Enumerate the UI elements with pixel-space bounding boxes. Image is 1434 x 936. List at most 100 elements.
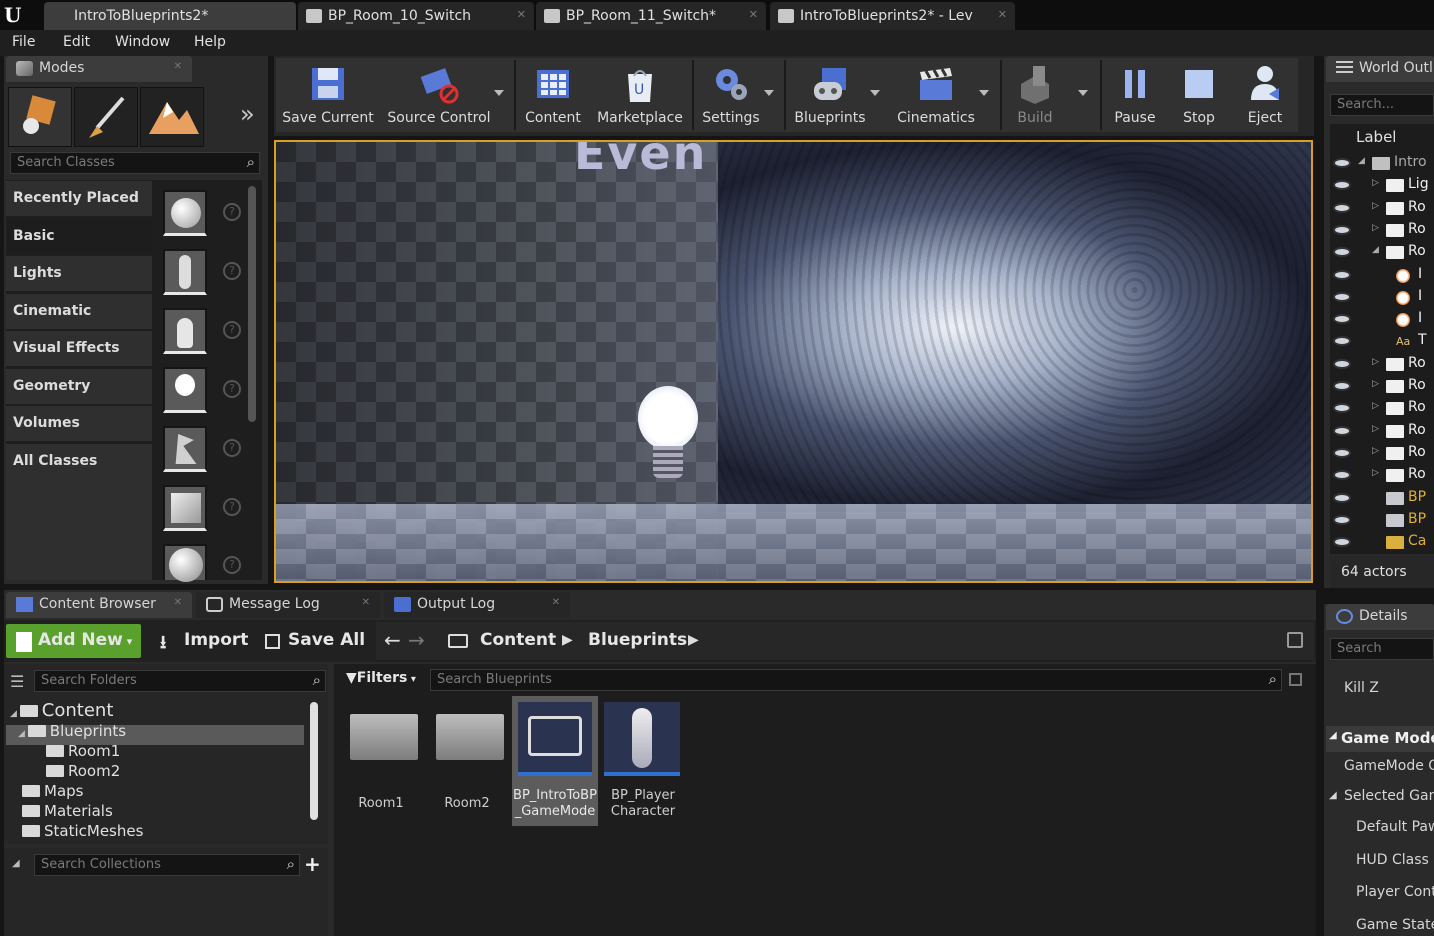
visibility-eye-icon[interactable] <box>1333 358 1351 369</box>
folder-tree-item[interactable]: Room2 <box>34 762 120 782</box>
breadcrumb-content[interactable]: Content <box>470 624 566 658</box>
empty-pawn-thumb[interactable] <box>163 308 207 354</box>
close-icon[interactable]: ✕ <box>174 597 182 608</box>
help-icon[interactable]: ? <box>223 262 241 280</box>
menu-file[interactable]: File <box>12 34 35 50</box>
help-icon[interactable]: ? <box>223 439 241 457</box>
source-control-button[interactable]: Source Control <box>382 58 496 132</box>
outliner-row[interactable]: I <box>1330 286 1434 308</box>
category-visual-effects[interactable]: Visual Effects <box>6 331 152 366</box>
pause-button[interactable]: Pause <box>1106 58 1164 132</box>
breadcrumb-arrow-icon[interactable]: ▶ <box>562 632 573 648</box>
build-dropdown-icon[interactable] <box>1078 90 1088 96</box>
doc-tab-level[interactable]: IntroToBlueprints2* <box>44 2 296 30</box>
outliner-row[interactable]: Ca <box>1330 531 1434 553</box>
outliner-row[interactable]: ▷ Ro <box>1330 197 1434 219</box>
visibility-eye-icon[interactable] <box>1333 247 1351 258</box>
visibility-eye-icon[interactable] <box>1333 403 1351 414</box>
expand-arrow-icon[interactable]: ▷ <box>1372 357 1379 367</box>
outliner-row[interactable]: ◢ Ro <box>1330 241 1434 263</box>
expand-arrow-icon[interactable]: ▷ <box>1372 223 1379 233</box>
expand-arrow-icon[interactable]: ▷ <box>1372 446 1379 456</box>
visibility-eye-icon[interactable] <box>1333 291 1351 302</box>
settings-button[interactable]: Settings <box>698 58 764 132</box>
content-button[interactable]: Content <box>520 58 586 132</box>
help-icon[interactable]: ? <box>223 498 241 516</box>
message-log-tab[interactable]: Message Log ✕ <box>196 592 380 618</box>
expand-arrow-icon[interactable]: ◢ <box>1372 245 1379 255</box>
doc-tab-room10[interactable]: BP_Room_10_Switch ✕ <box>298 2 534 30</box>
visibility-eye-icon[interactable] <box>1333 447 1351 458</box>
close-icon[interactable]: ✕ <box>362 597 370 608</box>
back-arrow-icon[interactable]: ← <box>384 628 401 652</box>
outliner-search-input[interactable]: Search... <box>1330 94 1434 116</box>
category-all-classes[interactable]: All Classes <box>6 444 152 580</box>
breadcrumb-arrow-icon[interactable]: ▶ <box>688 632 699 648</box>
visibility-eye-icon[interactable] <box>1333 224 1351 235</box>
category-geometry[interactable]: Geometry <box>6 369 152 404</box>
save-search-icon[interactable] <box>1289 673 1302 686</box>
outliner-row[interactable]: ▷ Ro <box>1330 375 1434 397</box>
asset-bp-gamemode[interactable]: BP_IntroToBP _GameMode <box>512 696 598 826</box>
asset-folder-room1[interactable]: Room1 <box>338 700 424 826</box>
marketplace-button[interactable]: U Marketplace <box>592 58 688 132</box>
expand-arrow-icon[interactable]: ▷ <box>1372 468 1379 478</box>
blueprints-button[interactable]: Blueprints <box>790 58 870 132</box>
close-icon[interactable]: ✕ <box>517 8 526 21</box>
expand-arrow-icon[interactable]: ▷ <box>1372 201 1379 211</box>
outliner-row[interactable]: I <box>1330 308 1434 330</box>
folder-tree-item[interactable]: ◢ Content <box>10 700 113 721</box>
visibility-eye-icon[interactable] <box>1333 492 1351 503</box>
search-folders-input[interactable]: Search Folders ⌕ <box>34 670 326 692</box>
source-control-dropdown-icon[interactable] <box>494 90 504 96</box>
game-mode-section-header[interactable]: ◢ Game Mode <box>1326 726 1434 752</box>
visibility-eye-icon[interactable] <box>1333 514 1351 525</box>
outliner-row[interactable]: Aa T <box>1330 330 1434 352</box>
level-viewport[interactable]: Even <box>274 140 1313 583</box>
modes-tab[interactable]: Modes ✕ <box>6 56 192 82</box>
details-search-input[interactable]: Search <box>1330 638 1434 660</box>
menu-window[interactable]: Window <box>115 34 170 50</box>
sources-toggle-icon[interactable]: ☰ <box>10 672 32 691</box>
help-icon[interactable]: ? <box>223 203 241 221</box>
selected-gamemode-header[interactable]: ◢ Selected Gam <box>1326 788 1434 804</box>
content-browser-tab[interactable]: Content Browser ✕ <box>6 592 192 618</box>
landscape-mode-button[interactable] <box>140 87 204 147</box>
outliner-row[interactable]: ◢ Intro <box>1330 152 1434 174</box>
close-icon[interactable]: ✕ <box>174 61 182 72</box>
outliner-row[interactable]: ▷ Ro <box>1330 442 1434 464</box>
output-log-tab[interactable]: Output Log ✕ <box>384 592 570 618</box>
visibility-eye-icon[interactable] <box>1333 381 1351 391</box>
lock-icon[interactable] <box>1287 632 1303 648</box>
category-volumes[interactable]: Volumes <box>6 406 152 441</box>
outliner-row[interactable]: I <box>1330 264 1434 286</box>
asset-bp-player-character[interactable]: BP_Player Character <box>600 700 686 826</box>
folder-tree-item[interactable]: Materials <box>18 802 113 822</box>
empty-actor-thumb[interactable] <box>163 190 207 236</box>
folder-tree-item[interactable]: Maps <box>18 782 83 802</box>
save-current-button[interactable]: Save Current <box>278 58 378 132</box>
close-icon[interactable]: ✕ <box>552 597 560 608</box>
save-all-button[interactable]: Save All <box>254 624 375 658</box>
doc-tab-room11[interactable]: BP_Room_11_Switch* ✕ <box>536 2 766 30</box>
cinematics-button[interactable]: Cinematics <box>892 58 980 132</box>
expand-arrow-icon[interactable]: ◢ <box>10 709 20 719</box>
outliner-row[interactable]: BP <box>1330 509 1434 531</box>
filters-button[interactable]: ▼Filters ▾ <box>346 670 416 686</box>
more-modes-icon[interactable]: » <box>240 100 255 128</box>
category-recently-placed[interactable]: Recently Placed <box>6 181 152 216</box>
point-light-thumb[interactable] <box>163 367 207 413</box>
visibility-eye-icon[interactable] <box>1333 158 1351 168</box>
visibility-eye-icon[interactable] <box>1333 202 1351 213</box>
expand-arrow-icon[interactable]: ◢ <box>18 729 28 739</box>
collapse-arrow-icon[interactable]: ◢ <box>12 858 20 869</box>
asset-folder-room2[interactable]: Room2 <box>424 700 510 826</box>
class-list-scrollbar[interactable] <box>248 186 256 422</box>
blueprints-dropdown-icon[interactable] <box>870 90 880 96</box>
search-assets-input[interactable]: Search Blueprints ⌕ <box>430 669 1282 691</box>
close-icon[interactable]: ✕ <box>998 8 1007 21</box>
menu-help[interactable]: Help <box>194 34 226 50</box>
world-outliner-tab[interactable]: World Outl <box>1326 56 1434 82</box>
outliner-row[interactable]: ▷ Lig <box>1330 174 1434 196</box>
doc-tab-level-editor[interactable]: IntroToBlueprints2* - Lev ✕ <box>770 2 1015 30</box>
